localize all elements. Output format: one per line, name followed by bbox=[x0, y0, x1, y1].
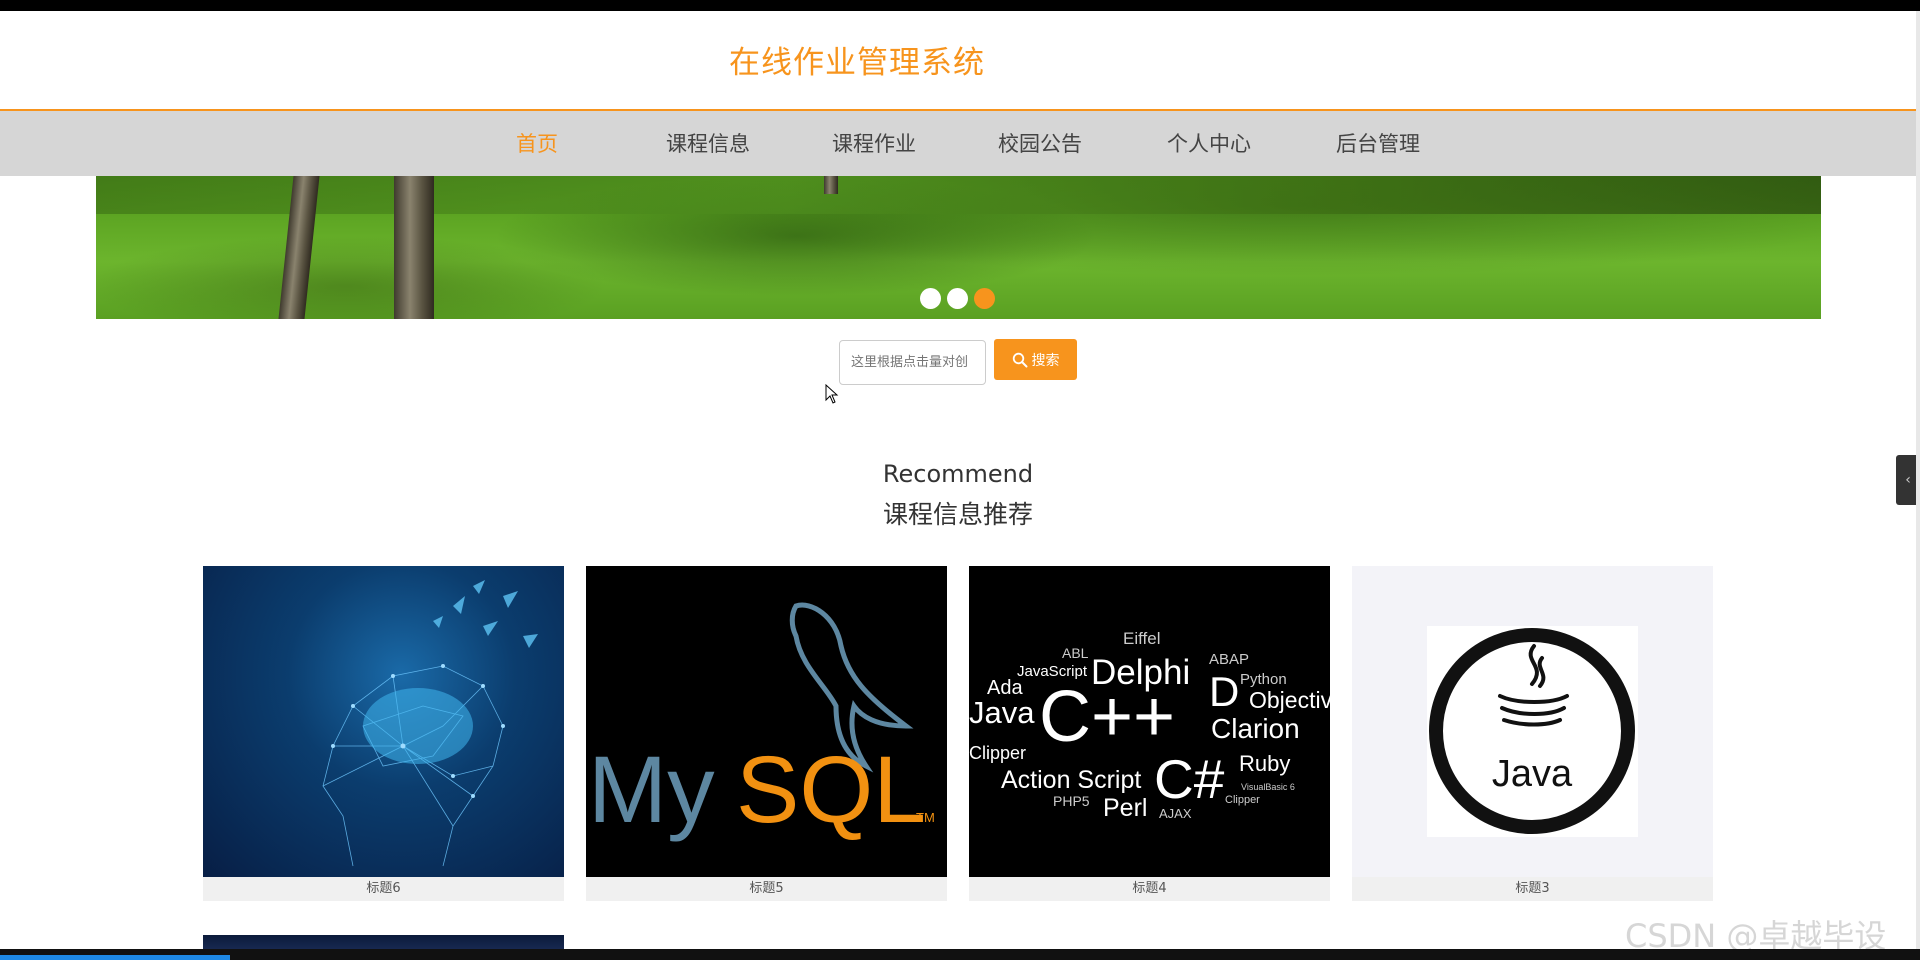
brain-network-image bbox=[203, 566, 564, 877]
header: 在线作业管理系统 bbox=[0, 11, 1916, 109]
course-card[interactable]: Java 标题3 bbox=[1352, 566, 1713, 901]
banner-carousel[interactable] bbox=[96, 176, 1821, 319]
mysql-logo-image: My SQL TM bbox=[586, 566, 947, 877]
section-title-en: Recommend bbox=[882, 460, 1034, 488]
nav-item-course-homework[interactable]: 课程作业 bbox=[832, 128, 916, 158]
java-logo-image: Java bbox=[1352, 566, 1713, 877]
wordcloud-word: ABAP bbox=[1209, 651, 1249, 668]
nav-item-course-info[interactable]: 课程信息 bbox=[666, 128, 750, 158]
java-logo-text: Java bbox=[1492, 753, 1573, 795]
tree-trunk bbox=[824, 176, 838, 194]
wordcloud-word: C++ bbox=[1039, 677, 1175, 757]
wordcloud-word: Clipper bbox=[969, 743, 1026, 763]
nav-item-personal-center[interactable]: 个人中心 bbox=[1167, 128, 1251, 158]
scrollbar[interactable] bbox=[1916, 11, 1920, 949]
search-input[interactable] bbox=[839, 340, 986, 385]
wordcloud-word: Perl bbox=[1103, 794, 1147, 822]
course-card[interactable]: My SQL TM 标题5 bbox=[586, 566, 947, 901]
search-icon bbox=[1012, 352, 1027, 367]
nav-item-home[interactable]: 首页 bbox=[516, 128, 558, 158]
wordcloud-word: Ruby bbox=[1239, 751, 1290, 776]
nav-item-admin[interactable]: 后台管理 bbox=[1336, 128, 1420, 158]
nav-item-campus-notice[interactable]: 校园公告 bbox=[998, 128, 1082, 158]
wordcloud-word: Java bbox=[969, 695, 1035, 730]
chevron-left-icon: ‹ bbox=[1905, 472, 1911, 488]
watermark: CSDN @卓越毕设 bbox=[1625, 917, 1887, 949]
wordcloud-word: Python bbox=[1240, 671, 1287, 688]
course-card[interactable]: 标题6 bbox=[203, 566, 564, 901]
wordcloud-word: D bbox=[1209, 668, 1239, 715]
wordcloud-word: Objective bbox=[1249, 687, 1330, 713]
course-card-caption: 标题4 bbox=[969, 877, 1330, 901]
wordcloud-word: AJAX bbox=[1159, 806, 1192, 821]
course-card-caption: 标题6 bbox=[203, 877, 564, 901]
search-button[interactable]: 搜索 bbox=[994, 339, 1077, 380]
course-card-partial[interactable] bbox=[203, 935, 564, 949]
wordcloud-word: Clipper bbox=[1225, 794, 1260, 806]
tree-trunk bbox=[394, 176, 434, 319]
mysql-tm-text: TM bbox=[916, 810, 935, 825]
wordcloud-word: C# bbox=[1154, 748, 1225, 810]
wordcloud-word: VisualBasic 6 bbox=[1241, 782, 1295, 792]
main-nav: 首页 课程信息 课程作业 校园公告 个人中心 后台管理 bbox=[0, 111, 1916, 176]
carousel-dot-active[interactable] bbox=[974, 288, 995, 309]
mouse-cursor-icon bbox=[825, 384, 839, 404]
wordcloud-word: Eiffel bbox=[1123, 629, 1161, 648]
wordcloud-word: Action Script bbox=[1001, 766, 1141, 794]
section-title-cn: 课程信息推荐 bbox=[882, 500, 1033, 529]
bottom-bar bbox=[0, 949, 1920, 960]
mysql-sql-text: SQL bbox=[736, 737, 926, 843]
page: 在线作业管理系统 首页 课程信息 课程作业 校园公告 个人中心 后台管理 搜索 … bbox=[0, 11, 1920, 949]
course-card-caption: 标题5 bbox=[586, 877, 947, 901]
mysql-my-text: My bbox=[588, 737, 715, 843]
programming-wordcloud-image: Eiffel ABL JavaScript Delphi ABAP Python… bbox=[969, 566, 1330, 877]
wordcloud-word: Clarion bbox=[1211, 713, 1300, 744]
carousel-dots bbox=[920, 288, 995, 310]
site-title[interactable]: 在线作业管理系统 bbox=[729, 37, 985, 82]
carousel-dot[interactable] bbox=[947, 288, 968, 309]
wordcloud-word: PHP5 bbox=[1053, 793, 1090, 809]
wordcloud-word: ABL bbox=[1062, 645, 1089, 661]
course-card[interactable]: Eiffel ABL JavaScript Delphi ABAP Python… bbox=[969, 566, 1330, 901]
search-button-label: 搜索 bbox=[1031, 352, 1060, 369]
bottom-accent bbox=[0, 955, 230, 960]
carousel-dot[interactable] bbox=[920, 288, 941, 309]
course-card-caption: 标题3 bbox=[1352, 877, 1713, 901]
